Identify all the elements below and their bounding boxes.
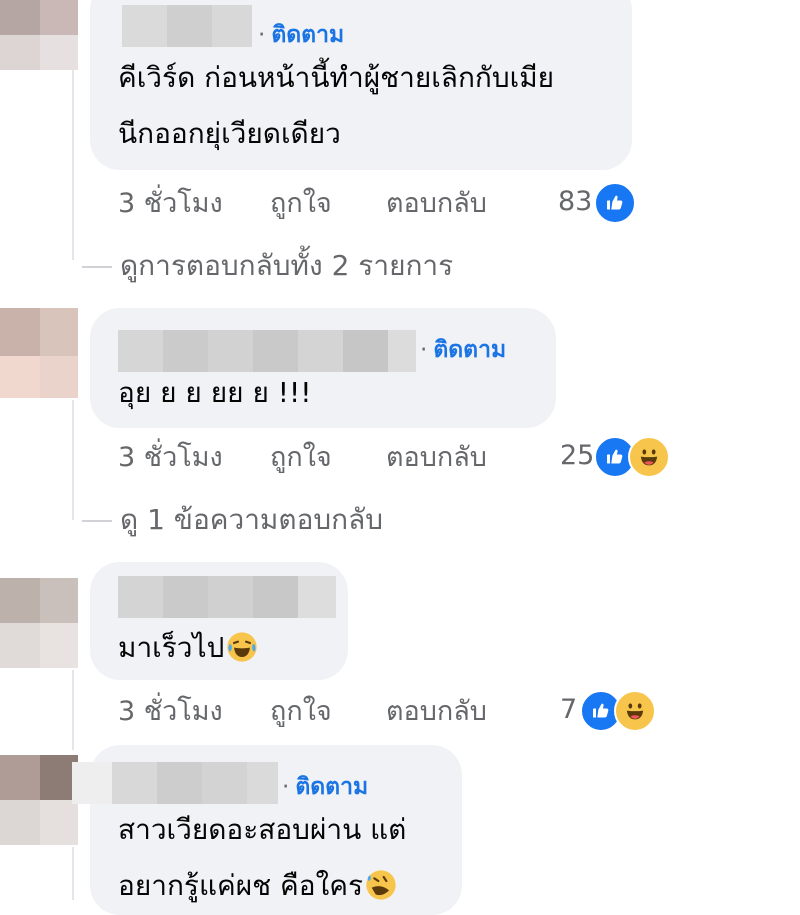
timestamp[interactable]: 3 ชั่วโมง [118,186,223,222]
comment-line-with-emoji: อยากรู้แค่ผช คือใคร [118,858,406,914]
comment-text: อุย ย ย ยย ย !!! [118,365,311,421]
comment-actions: 3 ชั่วโมง ถูกใจ ตอบกลับ [118,440,538,476]
crying-laughing-emoji [226,631,259,663]
comment-text: สาวเวียดอะสอบผ่าน แต่ อยากรู้แค่ผช คือใค… [118,802,406,914]
like-icon [594,182,636,224]
like-button[interactable]: ถูกใจ [270,694,332,730]
reply-connector [82,520,112,522]
avatar[interactable] [0,308,78,398]
thread-line [72,400,74,520]
comment-line: มาเร็วไป [118,631,225,664]
like-button[interactable]: ถูกใจ [270,440,332,476]
timestamp[interactable]: 3 ชั่วโมง [118,694,223,730]
avatar[interactable] [0,578,78,668]
like-button[interactable]: ถูกใจ [270,186,332,222]
separator-dot: · [282,774,290,800]
comment-line: คีเวิร์ด ก่อนหน้านี้ทำผู้ชายเลิกกับเมีย [118,61,555,94]
rolling-laughing-emoji [365,869,397,901]
comment-actions: 3 ชั่วโมง ถูกใจ ตอบกลับ [118,186,538,222]
reply-connector [82,266,112,268]
reaction-count: 83 [558,186,593,217]
thread-line [72,847,74,900]
thread-line [72,70,74,260]
separator-dot: · [420,337,428,363]
commenter-name-redacted[interactable] [118,576,336,618]
view-replies-link[interactable]: ดูการตอบกลับทั้ง 2 รายการ [82,246,453,286]
haha-icon [628,436,670,478]
comment-actions: 3 ชั่วโมง ถูกใจ ตอบกลับ [118,694,538,730]
reply-button[interactable]: ตอบกลับ [386,440,487,476]
reaction-count: 7 [560,694,578,725]
reply-button[interactable]: ตอบกลับ [386,186,487,222]
comment-line: อุย ย ย ยย ย !!! [118,376,312,409]
comment-line: อยากรู้แค่ผช คือใคร [118,869,364,902]
commenter-name-redacted[interactable] [72,762,278,804]
reaction-count: 25 [560,440,595,471]
comment-text: มาเร็วไป [118,620,259,676]
separator-dot: · [258,22,266,48]
comment-line: สาวเวียดอะสอบผ่าน แต่ [118,813,407,846]
avatar[interactable] [0,0,78,70]
timestamp[interactable]: 3 ชั่วโมง [118,440,223,476]
commenter-name-redacted[interactable] [122,5,252,47]
follow-link[interactable]: · ติดตาม [282,772,368,802]
view-replies-link[interactable]: ดู 1 ข้อความตอบกลับ [82,500,383,540]
avatar[interactable] [0,755,78,845]
haha-icon [614,690,656,732]
follow-link[interactable]: · ติดตาม [258,20,344,50]
reaction-summary[interactable]: 83 [558,182,638,224]
comment-text: คีเวิร์ด ก่อนหน้านี้ทำผู้ชายเลิกกับเมีย … [118,50,554,162]
comment-line: นีกออกยุ่เวียดเดียว [118,117,341,150]
thread-line [72,670,74,750]
reaction-summary[interactable]: 7 [560,690,660,732]
reaction-summary[interactable]: 25 [560,436,672,478]
reply-button[interactable]: ตอบกลับ [386,694,487,730]
follow-link[interactable]: · ติดตาม [420,335,506,365]
